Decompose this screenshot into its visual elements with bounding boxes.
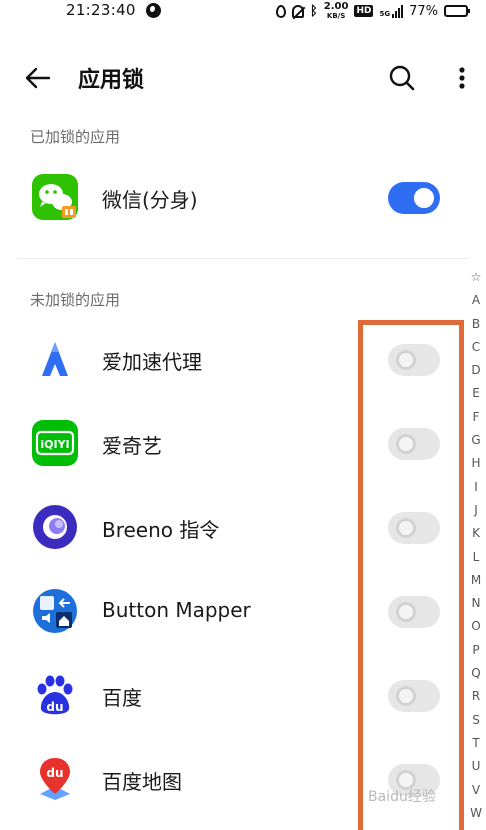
app-header: 应用锁 xyxy=(0,48,486,108)
locked-section-title: 已加锁的应用 xyxy=(30,128,121,146)
status-time: 21:23:40 xyxy=(66,1,136,19)
baidu-map-logo-text: du xyxy=(46,766,63,780)
index-letter-r[interactable]: R xyxy=(466,685,486,708)
index-letter-u[interactable]: U xyxy=(466,755,486,778)
wechat-clone-icon xyxy=(32,174,78,220)
iqiyi-logo-text: iQIYI xyxy=(40,438,69,451)
network-speed-unit: KB/S xyxy=(326,12,346,20)
app-name: Button Mapper xyxy=(102,598,251,622)
network-speed-value: 2.00 xyxy=(323,1,349,12)
breeno-icon xyxy=(33,505,77,549)
index-letter-e[interactable]: E xyxy=(466,382,486,405)
index-letter-s[interactable]: S xyxy=(466,709,486,732)
index-letter-l[interactable]: L xyxy=(466,546,486,569)
app-name: Breeno 指令 xyxy=(102,518,220,542)
search-icon xyxy=(389,65,415,91)
lock-toggle-wechat-clone[interactable] xyxy=(388,182,440,214)
index-letter-j[interactable]: J xyxy=(466,499,486,522)
app-name: 百度地图 xyxy=(102,770,182,794)
baidu-paw-icon: du xyxy=(37,675,73,715)
toggle-knob xyxy=(414,188,434,208)
arrow-left-icon xyxy=(25,67,51,89)
app-name: 百度 xyxy=(102,686,142,710)
bell-muted-icon xyxy=(291,4,304,18)
button-mapper-icon xyxy=(33,589,77,633)
status-icons: ᛒ 2.00 KB/S HD 5G 77% xyxy=(275,0,470,22)
index-letter-q[interactable]: Q xyxy=(466,662,486,685)
index-letter-o[interactable]: O xyxy=(466,615,486,638)
unlocked-section-title: 未加锁的应用 xyxy=(30,291,121,309)
app-name: 爱加速代理 xyxy=(102,350,202,374)
more-vertical-icon xyxy=(459,67,465,89)
index-letter-c[interactable]: C xyxy=(466,336,486,359)
alphabet-index-bar[interactable]: ☆ A B C D E F G H I J K L M N O P Q R S T U V W xyxy=(466,266,486,825)
hd-badge: HD xyxy=(354,5,374,17)
aijiasu-icon xyxy=(42,342,68,376)
highlight-annotation-box xyxy=(358,320,464,830)
app-row-wechat-clone: 微信(分身) xyxy=(0,156,470,240)
index-letter-h[interactable]: H xyxy=(466,452,486,475)
page-title: 应用锁 xyxy=(78,68,145,93)
index-letter-d[interactable]: D xyxy=(466,359,486,382)
baidu-map-icon: du xyxy=(40,758,70,800)
search-button[interactable] xyxy=(386,62,418,94)
signal-icon: 5G xyxy=(379,4,404,18)
index-letter-m[interactable]: M xyxy=(466,569,486,592)
index-letter-star[interactable]: ☆ xyxy=(466,266,486,289)
index-letter-w[interactable]: W xyxy=(466,802,486,825)
data-saver-icon xyxy=(275,4,286,18)
network-speed: 2.00 KB/S xyxy=(323,1,349,21)
index-letter-n[interactable]: N xyxy=(466,592,486,615)
index-letter-f[interactable]: F xyxy=(466,406,486,429)
watermark: Baidu经验 xyxy=(368,789,436,805)
baidu-logo-text: du xyxy=(46,700,63,714)
index-letter-b[interactable]: B xyxy=(466,313,486,336)
globe-icon xyxy=(146,3,161,18)
index-letter-i[interactable]: I xyxy=(466,476,486,499)
index-letter-g[interactable]: G xyxy=(466,429,486,452)
index-letter-k[interactable]: K xyxy=(466,522,486,545)
iqiyi-icon: iQIYI xyxy=(32,420,78,466)
battery-percent: 77% xyxy=(409,3,438,19)
back-button[interactable] xyxy=(22,62,54,94)
section-divider xyxy=(18,258,468,259)
index-letter-p[interactable]: P xyxy=(466,639,486,662)
bluetooth-icon: ᛒ xyxy=(309,3,318,19)
status-bar: 21:23:40 ᛒ 2.00 KB/S HD 5G 77% xyxy=(0,0,486,24)
index-letter-v[interactable]: V xyxy=(466,779,486,802)
app-name: 爱奇艺 xyxy=(102,434,162,458)
signal-label: 5G xyxy=(379,9,391,18)
index-letter-t[interactable]: T xyxy=(466,732,486,755)
more-options-button[interactable] xyxy=(448,62,476,94)
battery-icon xyxy=(444,5,470,17)
app-name: 微信(分身) xyxy=(102,188,198,212)
index-letter-a[interactable]: A xyxy=(466,289,486,312)
